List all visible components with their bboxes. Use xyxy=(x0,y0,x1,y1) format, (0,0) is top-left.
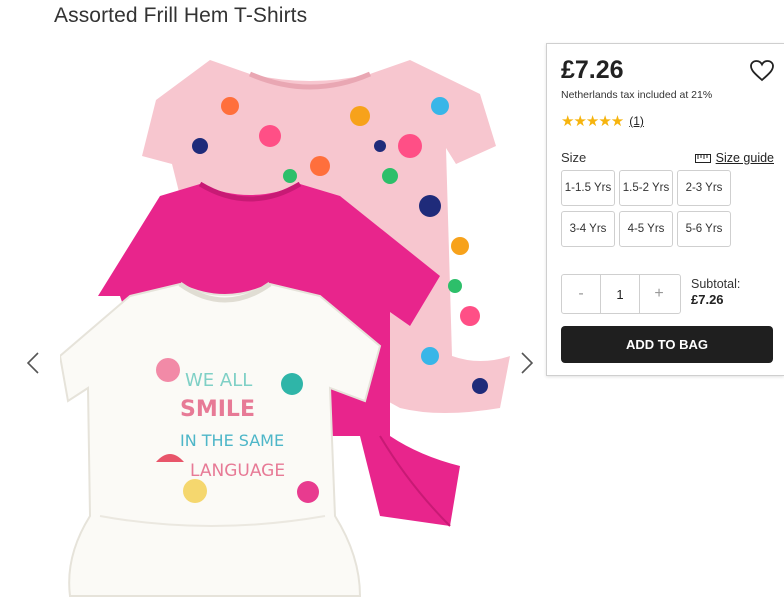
size-guide-link[interactable]: Size guide xyxy=(694,151,774,165)
size-option[interactable]: 2-3 Yrs xyxy=(677,170,731,206)
white-tshirt: WE ALL SMILE IN THE SAME LANGUAGE xyxy=(60,281,382,597)
add-to-bag-button[interactable]: ADD TO BAG xyxy=(561,326,773,363)
product-image-gallery: WE ALL SMILE IN THE SAME LANGUAGE xyxy=(0,40,545,613)
size-option[interactable]: 5-6 Yrs xyxy=(677,211,731,247)
product-image: WE ALL SMILE IN THE SAME LANGUAGE xyxy=(60,60,510,597)
subtotal-value: £7.26 xyxy=(691,292,724,307)
heart-icon xyxy=(750,60,774,82)
chevron-right-icon xyxy=(521,352,533,374)
rating: ★★★★★ (1) xyxy=(561,112,644,130)
shirt-print-line-1: WE ALL xyxy=(185,370,252,391)
gallery-next-button[interactable] xyxy=(517,348,537,378)
subtotal-label: Subtotal: xyxy=(691,277,741,291)
size-options: 1-1.5 Yrs 1.5-2 Yrs 2-3 Yrs 3-4 Yrs 4-5 … xyxy=(561,170,731,247)
review-count-link[interactable]: (1) xyxy=(629,114,644,128)
size-guide-label: Size guide xyxy=(715,151,774,165)
size-option[interactable]: 4-5 Yrs xyxy=(619,211,673,247)
quantity-decrease-button[interactable]: - xyxy=(562,275,600,313)
quantity-input[interactable] xyxy=(600,275,640,313)
subtotal: Subtotal: £7.26 xyxy=(691,277,740,307)
product-title: Assorted Frill Hem T-Shirts xyxy=(54,4,308,27)
purchase-panel: £7.26 Netherlands tax included at 21% ★★… xyxy=(546,43,784,376)
shirt-print-line-4: LANGUAGE xyxy=(190,461,285,481)
chevron-left-icon xyxy=(27,352,39,374)
size-option[interactable]: 3-4 Yrs xyxy=(561,211,615,247)
quantity-increase-button[interactable]: + xyxy=(640,275,678,313)
wishlist-button[interactable] xyxy=(750,60,774,82)
star-rating-icon: ★★★★★ xyxy=(561,113,624,130)
quantity-stepper: - + xyxy=(561,274,681,314)
size-option[interactable]: 1.5-2 Yrs xyxy=(619,170,673,206)
gallery-prev-button[interactable] xyxy=(23,348,43,378)
ruler-icon xyxy=(694,153,711,163)
price: £7.26 xyxy=(561,56,624,84)
shirt-print-line-3: IN THE SAME xyxy=(180,431,284,450)
size-option[interactable]: 1-1.5 Yrs xyxy=(561,170,615,206)
size-label: Size xyxy=(561,150,587,165)
shirt-print-line-2: SMILE xyxy=(180,397,255,422)
tax-note: Netherlands tax included at 21% xyxy=(561,89,713,101)
